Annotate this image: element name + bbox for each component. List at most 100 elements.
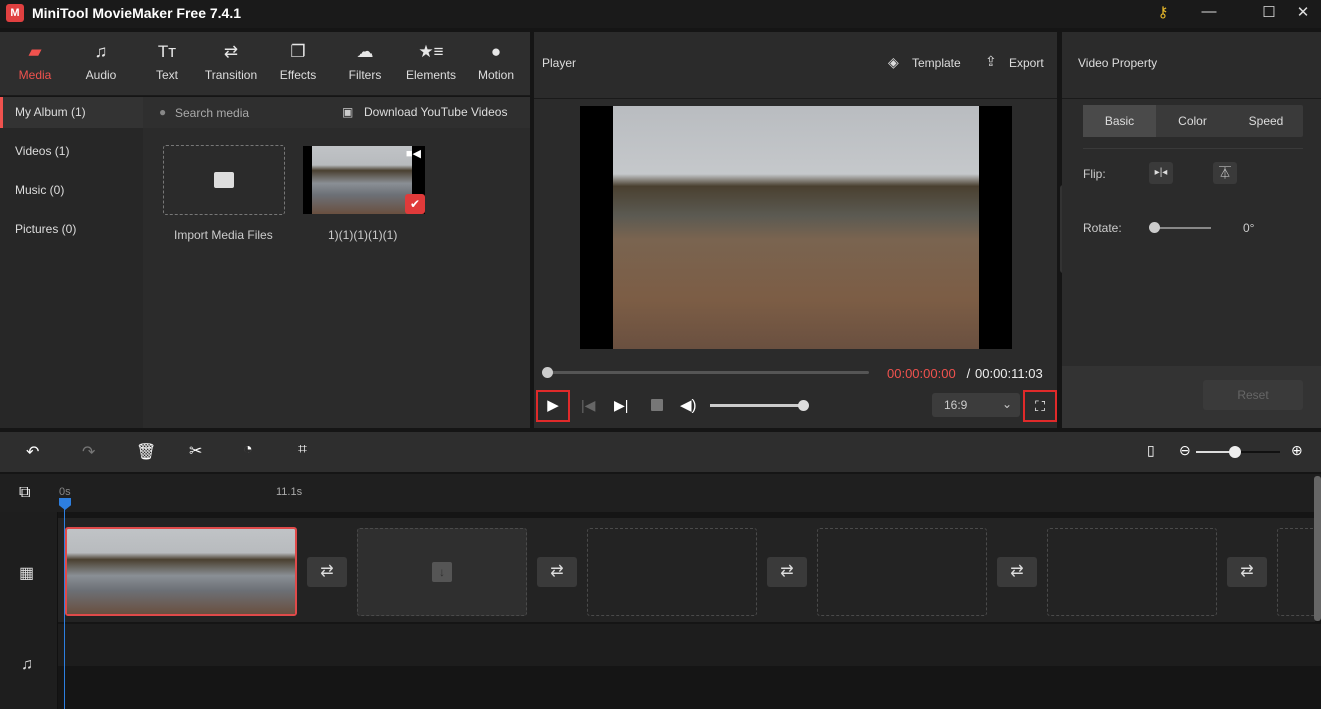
volume-handle[interactable]: [798, 400, 809, 411]
flip-vertical-button[interactable]: ⏄: [1213, 162, 1237, 184]
sidebar-item-music[interactable]: Music (0): [0, 175, 143, 206]
time-separator: /: [963, 366, 974, 381]
property-tab-speed[interactable]: Speed: [1229, 105, 1303, 137]
key-icon[interactable]: ⚷: [1151, 3, 1175, 21]
film-icon: ▦: [19, 565, 35, 582]
nav-tab-motion[interactable]: ● Motion: [463, 42, 529, 82]
template-button[interactable]: Template: [912, 56, 961, 70]
youtube-download-icon: ▣: [342, 105, 354, 119]
audio-track: [58, 624, 1321, 666]
current-time: 00:00:00:00: [887, 366, 956, 381]
media-sidebar: My Album (1) Videos (1) Music (0) Pictures …: [0, 97, 143, 428]
timeline-zoom-handle[interactable]: [1229, 446, 1241, 458]
empty-clip-slot[interactable]: [587, 528, 757, 616]
aspect-ratio-value: 16:9: [944, 398, 968, 412]
video-camera-icon: ■◀: [405, 148, 421, 160]
reset-button[interactable]: Reset: [1203, 380, 1303, 410]
fit-timeline-button[interactable]: ▯: [1147, 442, 1155, 459]
fullscreen-button[interactable]: ⛶: [1023, 390, 1057, 422]
previous-frame-button[interactable]: |◀: [581, 397, 595, 414]
zoom-out-button[interactable]: ⊖: [1179, 442, 1191, 459]
app-logo: M: [6, 4, 24, 22]
sidebar-item-my-album[interactable]: My Album (1): [0, 97, 143, 128]
nav-tab-label: Text: [155, 68, 178, 82]
download-youtube-button[interactable]: Download YouTube Videos: [364, 105, 507, 119]
add-track-icon[interactable]: ⧉: [19, 484, 30, 502]
effects-icon: ❐: [290, 42, 306, 61]
music-note-icon: ♫: [21, 656, 33, 673]
folder-icon: [214, 172, 234, 188]
nav-tab-transition[interactable]: ⇄ Transition: [198, 42, 264, 82]
drop-media-slot[interactable]: ↓: [357, 528, 527, 616]
rotate-value: 0°: [1243, 221, 1255, 235]
speed-button[interactable]: ◔: [243, 441, 253, 459]
rotate-handle[interactable]: [1149, 222, 1160, 233]
nav-tab-effects[interactable]: ❐ Effects: [265, 42, 331, 82]
progress-handle[interactable]: [542, 367, 553, 378]
zoom-in-button[interactable]: ⊕: [1291, 442, 1303, 459]
nav-tab-media[interactable]: ▰ Media: [2, 42, 68, 82]
export-icon: ⇪: [985, 53, 997, 69]
empty-clip-slot[interactable]: [1277, 528, 1317, 616]
check-icon: ✔: [405, 194, 425, 214]
rotate-slider[interactable]: [1155, 227, 1211, 229]
nav-tab-filters[interactable]: ☁ Filters: [332, 42, 398, 82]
media-clip-name: 1)(1)(1)(1)(1): [328, 228, 398, 242]
layers-icon: ◈: [888, 54, 899, 70]
nav-tab-text[interactable]: Tт Text: [134, 42, 200, 82]
empty-clip-slot[interactable]: [817, 528, 987, 616]
total-time: 00:00:11:03: [975, 366, 1043, 381]
undo-button[interactable]: ↶: [26, 442, 39, 462]
timeline-video-clip[interactable]: [65, 527, 297, 616]
property-tab-basic[interactable]: Basic: [1083, 105, 1156, 137]
video-preview[interactable]: [580, 106, 1012, 349]
sidebar-item-pictures[interactable]: Pictures (0): [0, 214, 143, 245]
elements-icon: ★≡: [418, 42, 444, 61]
transition-slot-button[interactable]: ⇄: [537, 557, 577, 587]
player-panel: Player ◈ Template ⇪ Export 00:00:00:00 /…: [534, 32, 1057, 428]
delete-button[interactable]: 🗑︎: [136, 442, 156, 462]
nav-tab-audio[interactable]: ♫ Audio: [68, 42, 134, 82]
transition-slot-button[interactable]: ⇄: [307, 557, 347, 587]
volume-icon[interactable]: ◀): [680, 396, 697, 414]
player-title: Player: [542, 56, 577, 70]
stop-button[interactable]: [651, 399, 663, 411]
chevron-down-icon: ⌄: [1001, 397, 1012, 411]
ruler-mark-label: 11.1s: [276, 486, 303, 498]
transition-slot-button[interactable]: ⇄: [1227, 557, 1267, 587]
maximize-button[interactable]: ☐: [1257, 3, 1281, 21]
split-button[interactable]: ✂: [189, 441, 202, 461]
search-input[interactable]: Search media: [175, 106, 249, 120]
media-panel: ● Search media ▣ Download YouTube Videos…: [143, 97, 530, 428]
close-button[interactable]: ✕: [1291, 3, 1315, 21]
title-bar: M MiniTool MovieMaker Free 7.4.1 ⚷ — ☐ ✕: [0, 0, 1321, 28]
ruler-start-label: 0s: [59, 486, 71, 498]
flip-horizontal-button[interactable]: ▸|◂: [1149, 162, 1173, 184]
crop-button[interactable]: ⌗: [298, 441, 307, 459]
next-frame-button[interactable]: ▶|: [614, 397, 628, 414]
text-icon: Tт: [157, 42, 177, 61]
download-icon: ↓: [432, 562, 452, 582]
sidebar-item-videos[interactable]: Videos (1): [0, 136, 143, 167]
volume-slider[interactable]: [710, 404, 804, 407]
nav-tab-label: Media: [18, 68, 52, 82]
transition-icon: ⇄: [223, 42, 239, 61]
minimize-button[interactable]: —: [1197, 3, 1221, 20]
play-button[interactable]: ▶: [536, 390, 570, 422]
playhead[interactable]: [64, 500, 65, 709]
timeline-scrollbar[interactable]: [1314, 476, 1321, 621]
playback-progress-slider[interactable]: [547, 371, 869, 374]
transition-slot-button[interactable]: ⇄: [767, 557, 807, 587]
aspect-ratio-select[interactable]: 16:9 ⌄: [932, 393, 1020, 417]
nav-tab-elements[interactable]: ★≡ Elements: [398, 42, 464, 82]
empty-clip-slot[interactable]: [1047, 528, 1217, 616]
transition-slot-button[interactable]: ⇄: [997, 557, 1037, 587]
flip-label: Flip:: [1083, 167, 1106, 181]
media-clip-thumbnail[interactable]: ■◀ ✔: [303, 146, 425, 214]
redo-button[interactable]: ↷: [82, 442, 95, 462]
property-tab-color[interactable]: Color: [1156, 105, 1229, 137]
nav-tab-label: Audio: [85, 68, 117, 82]
export-button[interactable]: Export: [1009, 56, 1044, 70]
motion-icon: ●: [490, 42, 502, 61]
import-media-button[interactable]: [163, 145, 285, 215]
